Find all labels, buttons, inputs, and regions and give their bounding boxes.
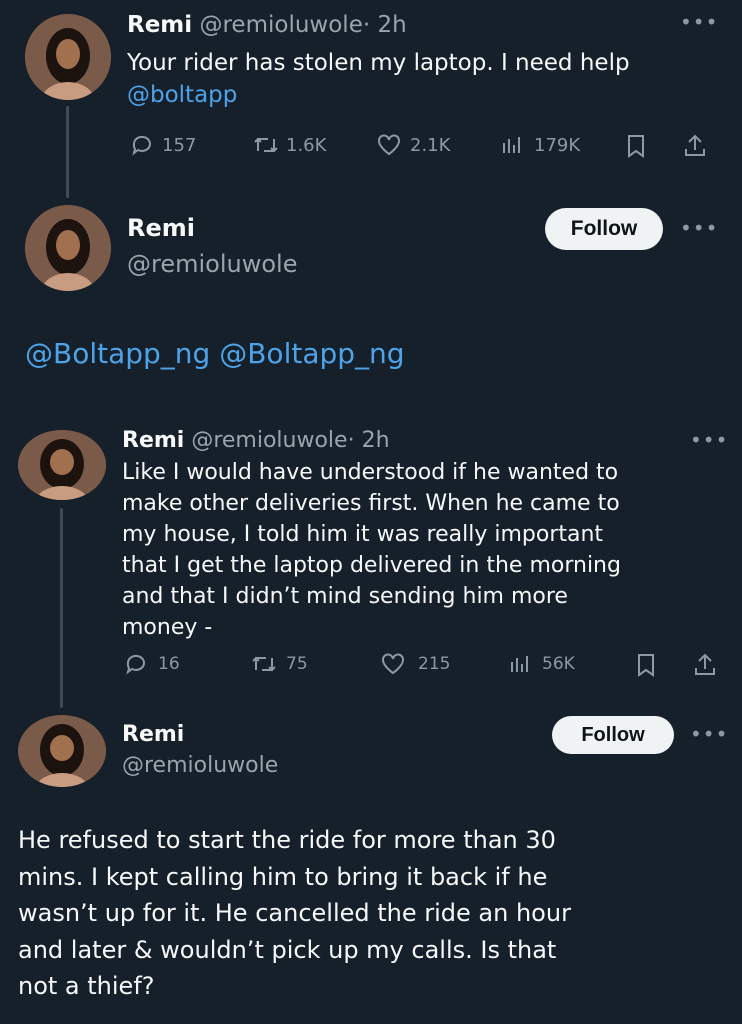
- views-count: 56K: [542, 654, 575, 674]
- tweet-text-line: wasn’t up for it. He cancelled the ride …: [18, 899, 571, 927]
- share-icon: [685, 134, 705, 156]
- tweet-text-line: that I get the laptop delivered in the m…: [122, 553, 621, 578]
- tweet-text: Your rider has stolen my laptop. I need …: [127, 50, 717, 108]
- mention-link[interactable]: @boltapp: [127, 82, 717, 108]
- share-icon: [695, 653, 715, 675]
- tweet-text-line: money -: [122, 615, 213, 640]
- follow-button[interactable]: Follow: [545, 208, 663, 250]
- views-button[interactable]: 179K: [500, 133, 580, 157]
- bookmark-icon: [628, 135, 644, 158]
- share-button[interactable]: [682, 133, 708, 159]
- more-icon[interactable]: •••: [680, 10, 718, 34]
- like-count: 2.1K: [410, 134, 451, 156]
- tweet-text-line: mins. I kept calling him to bring it bac…: [18, 862, 548, 891]
- retweet-button[interactable]: 1.6K: [252, 133, 326, 157]
- avatar[interactable]: [18, 715, 106, 787]
- display-name[interactable]: Remi: [127, 12, 192, 38]
- tweet-text-line: and later & wouldn’t pick up my calls. I…: [18, 935, 557, 964]
- tweet-text: Like I would have understood if he wante…: [122, 457, 621, 643]
- reply-icon: [132, 135, 151, 156]
- display-name[interactable]: Remi: [127, 214, 195, 242]
- views-button[interactable]: 56K: [508, 652, 575, 676]
- views-icon: [511, 656, 528, 672]
- reply-icon: [126, 654, 145, 675]
- avatar[interactable]: [25, 205, 111, 291]
- bookmark-button[interactable]: [624, 133, 648, 159]
- reply-count: 16: [158, 654, 180, 674]
- reply-count: 157: [162, 134, 197, 156]
- handle[interactable]: @remioluwole: [127, 250, 297, 278]
- handle[interactable]: @remioluwole: [199, 12, 362, 38]
- retweet-count: 75: [286, 654, 308, 674]
- avatar[interactable]: [25, 14, 111, 100]
- tweet-header: Remi @remioluwole· 2h: [122, 428, 390, 453]
- tweet-header: Remi @remioluwole· 2h: [127, 12, 407, 38]
- tweet-text-line: make other deliveries first. When he cam…: [122, 491, 620, 516]
- bookmark-button[interactable]: [634, 652, 658, 678]
- tweet-text-line: Your rider has stolen my laptop. I need …: [127, 50, 630, 76]
- like-button[interactable]: 2.1K: [376, 133, 450, 157]
- retweet-count: 1.6K: [286, 134, 327, 156]
- retweet-icon: [254, 137, 278, 153]
- views-icon: [503, 137, 520, 153]
- thread-line: [66, 106, 69, 198]
- more-icon[interactable]: •••: [690, 722, 728, 746]
- reply-button[interactable]: 16: [124, 652, 180, 676]
- tweet-text[interactable]: @Boltapp_ng @Boltapp_ng: [25, 337, 405, 370]
- more-icon[interactable]: •••: [690, 428, 728, 452]
- tweet-text: He refused to start the ride for more th…: [18, 822, 571, 1005]
- views-count: 179K: [534, 134, 581, 156]
- heart-icon: [378, 134, 400, 156]
- thread-line: [60, 508, 63, 708]
- avatar[interactable]: [18, 430, 106, 500]
- share-button[interactable]: [692, 652, 718, 678]
- follow-button[interactable]: Follow: [552, 716, 674, 754]
- handle[interactable]: @remioluwole: [122, 753, 278, 778]
- like-button[interactable]: 215: [380, 652, 450, 676]
- tweet-text-line: my house, I told him it was really impor…: [122, 522, 604, 547]
- heart-icon: [382, 653, 404, 675]
- timestamp[interactable]: · 2h: [363, 12, 407, 38]
- retweet-button[interactable]: 75: [250, 652, 308, 676]
- timestamp[interactable]: · 2h: [348, 428, 390, 453]
- bookmark-icon: [638, 654, 654, 677]
- handle[interactable]: @remioluwole: [191, 428, 347, 453]
- retweet-icon: [252, 656, 276, 672]
- like-count: 215: [418, 654, 451, 674]
- tweet-text-line: and that I didn’t mind sending him more: [122, 584, 568, 609]
- display-name[interactable]: Remi: [122, 722, 184, 747]
- tweet-text-line: He refused to start the ride for more th…: [18, 826, 556, 854]
- display-name[interactable]: Remi: [122, 428, 184, 453]
- more-icon[interactable]: •••: [680, 216, 718, 240]
- reply-button[interactable]: 157: [130, 133, 196, 157]
- tweet-text-line: Like I would have understood if he wante…: [122, 460, 619, 485]
- tweet-text-line: not a thief?: [18, 972, 155, 1000]
